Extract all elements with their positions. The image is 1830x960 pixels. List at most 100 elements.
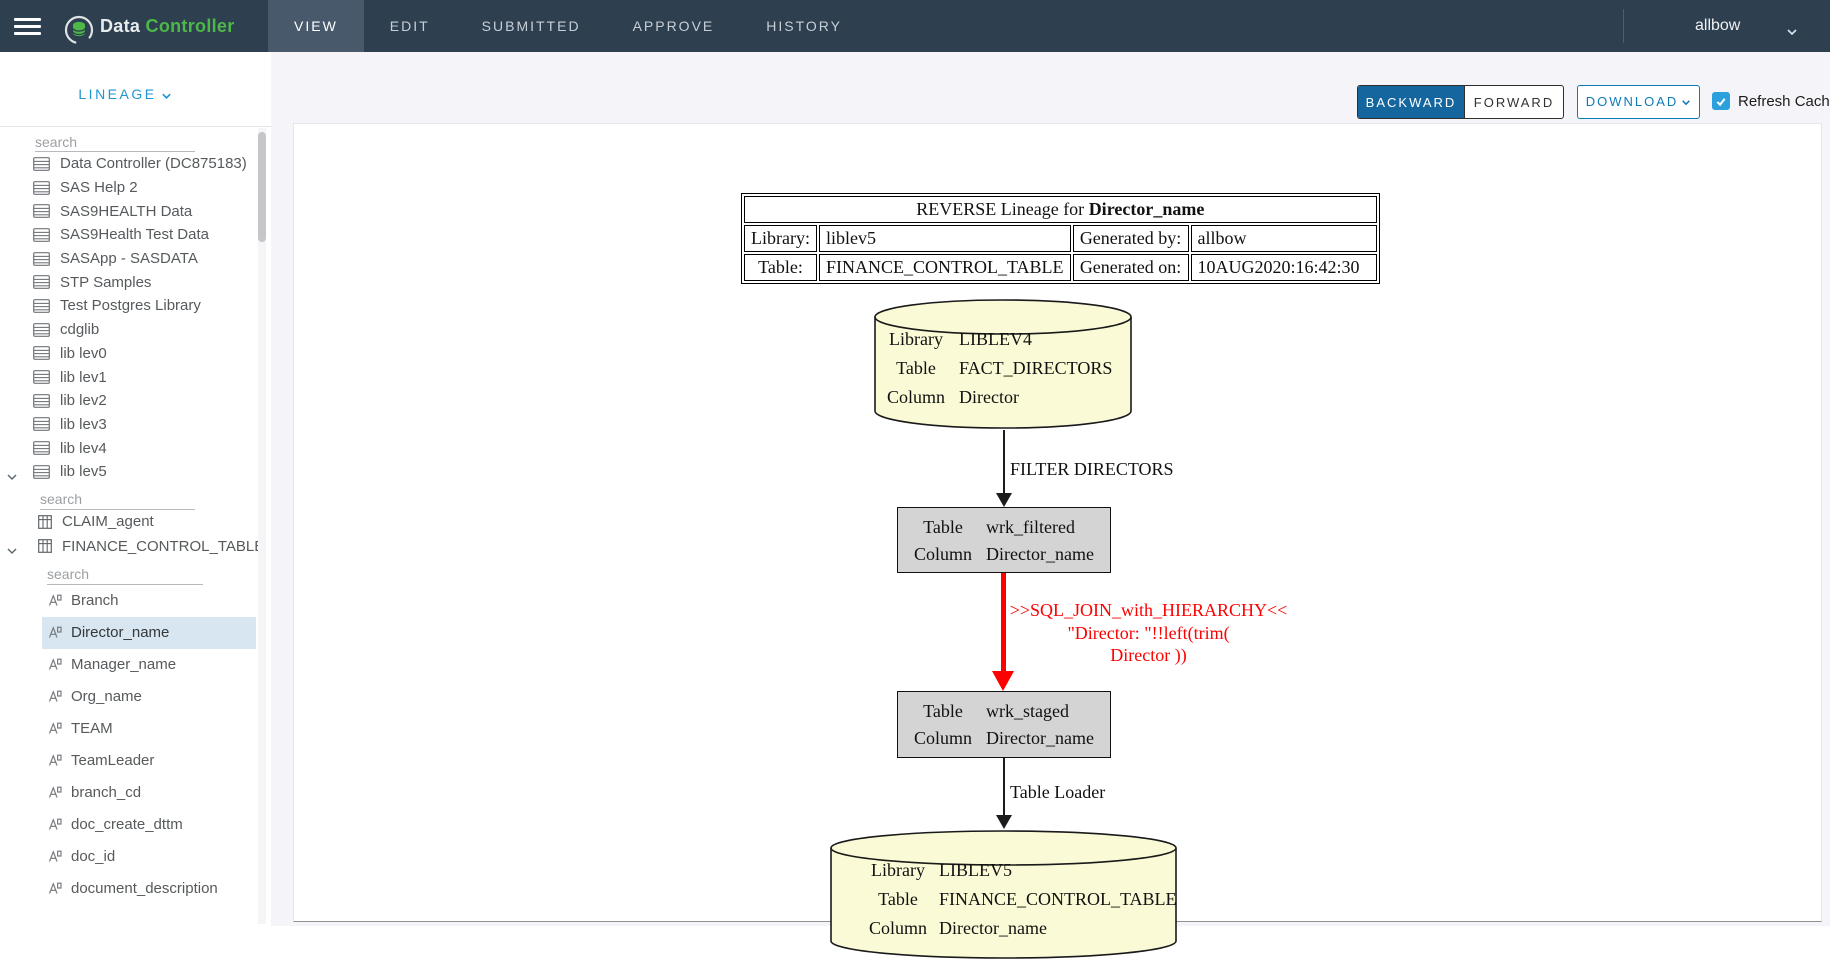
sidebar-item-library[interactable]: Data Controller (DC875183) bbox=[0, 152, 258, 176]
node-wrk-filtered: Tablewrk_filtered ColumnDirector_name bbox=[897, 507, 1111, 573]
library-icon bbox=[33, 323, 50, 337]
hamburger-menu-icon[interactable] bbox=[14, 18, 41, 35]
library-label: lib lev1 bbox=[60, 369, 107, 386]
character-column-icon bbox=[47, 817, 62, 832]
column-label: Director_name bbox=[71, 624, 169, 641]
lineage-title: REVERSE Lineage for Director_name bbox=[744, 196, 1377, 223]
library-search bbox=[35, 132, 195, 152]
edge-label-sql-join: >>SQL_JOIN_with_HIERARCHY<< "Director: "… bbox=[1006, 599, 1291, 667]
sidebar-item-column[interactable]: TeamLeader bbox=[42, 745, 256, 777]
sidebar-item-column[interactable]: Branch bbox=[42, 585, 256, 617]
lineage-panel: REVERSE Lineage for Director_name Librar… bbox=[293, 123, 1822, 922]
character-column-icon bbox=[47, 753, 62, 768]
sidebar-item-column[interactable]: Org_name bbox=[42, 681, 256, 713]
lineage-mode-selector[interactable]: LINEAGE bbox=[0, 84, 250, 104]
chevron-down-icon[interactable] bbox=[1786, 23, 1798, 41]
character-column-icon bbox=[47, 785, 62, 800]
arrowhead-icon bbox=[996, 493, 1012, 507]
library-icon bbox=[33, 252, 50, 266]
sidebar-item-library[interactable]: SASApp - SASDATA bbox=[0, 247, 258, 271]
sidebar-item-column[interactable]: TEAM bbox=[42, 713, 256, 745]
table-search-input[interactable] bbox=[40, 490, 195, 509]
column-label: doc_id bbox=[71, 848, 115, 865]
library-label: lib lev4 bbox=[60, 440, 107, 457]
sidebar-item-library[interactable]: SAS9Health Test Data bbox=[0, 223, 258, 247]
table-label-cell: Table: bbox=[744, 254, 817, 281]
chevron-down-icon[interactable] bbox=[6, 468, 18, 485]
generated-on-label-cell: Generated on: bbox=[1073, 254, 1189, 281]
library-icon bbox=[33, 157, 50, 171]
sidebar-item-column[interactable]: doc_create_dttm bbox=[42, 809, 256, 841]
refresh-cache-checkbox[interactable] bbox=[1712, 92, 1730, 110]
character-column-icon bbox=[47, 881, 62, 896]
library-label: SASApp - SASDATA bbox=[60, 250, 198, 267]
download-button[interactable]: DOWNLOAD bbox=[1577, 85, 1700, 119]
sidebar-item-column[interactable]: Director_name bbox=[42, 617, 256, 649]
generated-by-label-cell: Generated by: bbox=[1073, 225, 1189, 252]
sidebar-scrollbar bbox=[258, 128, 266, 924]
library-icon bbox=[33, 346, 50, 360]
column-label: TEAM bbox=[71, 720, 113, 737]
backward-button[interactable]: BACKWARD bbox=[1358, 86, 1464, 118]
library-label: STP Samples bbox=[60, 274, 151, 291]
library-icon bbox=[33, 204, 50, 218]
sidebar-item-table[interactable]: CLAIM_agent bbox=[0, 510, 258, 535]
column-label: doc_create_dttm bbox=[71, 816, 183, 833]
sidebar-item-library[interactable]: lib lev2 bbox=[0, 389, 258, 413]
library-icon bbox=[33, 370, 50, 384]
column-label: Org_name bbox=[71, 688, 142, 705]
refresh-cache-label: Refresh Cache bbox=[1738, 93, 1830, 110]
sidebar-item-library[interactable]: lib lev4 bbox=[0, 436, 258, 460]
sidebar-item-column[interactable]: Manager_name bbox=[42, 649, 256, 681]
generated-on-value-cell: 10AUG2020:16:42:30 bbox=[1191, 254, 1377, 281]
forward-button[interactable]: FORWARD bbox=[1464, 86, 1563, 118]
column-search-input[interactable] bbox=[47, 565, 203, 584]
sidebar-item-column[interactable]: doc_id bbox=[42, 841, 256, 873]
edge-table-loader bbox=[1003, 758, 1005, 815]
column-list: Branch Director_name Manager_name bbox=[0, 585, 258, 905]
check-icon bbox=[1714, 95, 1728, 108]
library-label: lib lev2 bbox=[60, 392, 107, 409]
library-label: lib lev3 bbox=[60, 416, 107, 433]
sidebar-item-library[interactable]: lib lev3 bbox=[0, 413, 258, 437]
edge-label-table-loader: Table Loader bbox=[1010, 782, 1105, 803]
column-label: TeamLeader bbox=[71, 752, 154, 769]
sidebar-item-column[interactable]: branch_cd bbox=[42, 777, 256, 809]
tab[interactable]: APPROVE bbox=[607, 0, 741, 52]
tab[interactable]: HISTORY bbox=[740, 0, 868, 52]
chevron-down-icon bbox=[161, 92, 172, 100]
library-label: Test Postgres Library bbox=[60, 297, 201, 314]
library-icon bbox=[33, 275, 50, 289]
library-value-cell: liblev5 bbox=[819, 225, 1071, 252]
app-logo-icon bbox=[64, 15, 94, 45]
direction-button-group: BACKWARD FORWARD bbox=[1357, 85, 1564, 119]
sidebar-item-column[interactable]: document_description bbox=[42, 873, 256, 905]
sidebar-item-library[interactable]: STP Samples bbox=[0, 270, 258, 294]
user-menu[interactable]: allbow bbox=[1695, 0, 1740, 52]
sidebar-item-library[interactable]: SAS9HEALTH Data bbox=[0, 199, 258, 223]
sidebar-item-table[interactable]: FINANCE_CONTROL_TABLE bbox=[0, 534, 258, 559]
column-label: Branch bbox=[71, 592, 119, 609]
character-column-icon bbox=[47, 721, 62, 736]
chevron-down-icon bbox=[1681, 99, 1691, 106]
sidebar-item-library[interactable]: SAS Help 2 bbox=[0, 176, 258, 200]
character-column-icon bbox=[47, 689, 62, 704]
sidebar-item-library[interactable]: cdglib bbox=[0, 318, 258, 342]
sidebar: LINEAGE Data Controller (DC875183) bbox=[0, 52, 271, 926]
character-column-icon bbox=[47, 625, 62, 640]
scrollbar-thumb[interactable] bbox=[258, 132, 266, 242]
library-label: Data Controller (DC875183) bbox=[60, 155, 247, 172]
chevron-down-icon[interactable] bbox=[6, 542, 18, 559]
sidebar-item-library[interactable]: lib lev0 bbox=[0, 342, 258, 366]
node-wrk-staged: Tablewrk_staged ColumnDirector_name bbox=[897, 691, 1111, 758]
sidebar-item-library[interactable]: lib lev5 bbox=[0, 460, 258, 484]
tab[interactable]: VIEW bbox=[268, 0, 364, 52]
sidebar-item-library[interactable]: lib lev1 bbox=[0, 365, 258, 389]
sidebar-item-library[interactable]: Test Postgres Library bbox=[0, 294, 258, 318]
arrowhead-icon bbox=[992, 671, 1014, 691]
tab[interactable]: EDIT bbox=[364, 0, 456, 52]
tab[interactable]: SUBMITTED bbox=[456, 0, 607, 52]
library-icon bbox=[33, 465, 50, 479]
library-search-input[interactable] bbox=[35, 132, 195, 151]
app-title: Data Controller bbox=[100, 0, 235, 52]
